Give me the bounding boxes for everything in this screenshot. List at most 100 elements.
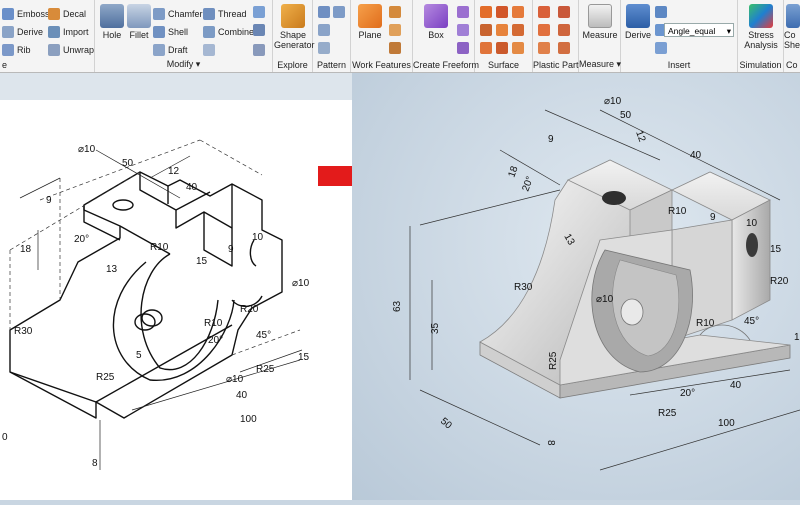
- dimension-label: 10: [746, 218, 758, 229]
- shape-generator-button[interactable]: Shape Generator: [274, 4, 315, 50]
- measure-button[interactable]: Measure: [580, 4, 620, 40]
- boss-circle: [134, 313, 156, 331]
- import-button[interactable]: Import: [48, 24, 89, 40]
- delete-face-icon[interactable]: [253, 44, 265, 56]
- dimension-label: R10: [696, 318, 715, 329]
- copy-object-icon[interactable]: [253, 24, 265, 36]
- snap-fit-icon[interactable]: [558, 24, 570, 36]
- dimension-label: 9: [710, 212, 716, 223]
- replace-face-icon[interactable]: [480, 42, 492, 54]
- split-icon[interactable]: [203, 44, 215, 56]
- derive-button[interactable]: Derive: [2, 24, 43, 40]
- hole-arc: [249, 239, 257, 267]
- measure-panel-label[interactable]: Measure ▾: [579, 59, 621, 70]
- dimension-label: 15: [298, 352, 310, 363]
- shell-button[interactable]: Shell: [153, 24, 188, 40]
- hole-icon: [100, 4, 124, 28]
- dimension-label: ⌀10: [604, 96, 622, 107]
- boss-icon[interactable]: [558, 6, 570, 18]
- rule-fillet-icon[interactable]: [538, 42, 550, 54]
- stress-analysis-button[interactable]: Stress Analysis: [740, 4, 782, 50]
- combine-button[interactable]: Combine: [203, 24, 254, 40]
- torus-icon[interactable]: [457, 24, 469, 36]
- import-geometry-icon[interactable]: [655, 6, 667, 18]
- derive-insert-button[interactable]: Derive: [623, 4, 653, 40]
- box-icon: [424, 4, 448, 28]
- combine-icon: [203, 26, 215, 38]
- modify-panel: Hole Fillet Chamfer Shell Draft Thread C…: [95, 0, 273, 72]
- dimension-label: 18: [506, 164, 520, 179]
- edge-line: [139, 172, 233, 229]
- repair-bodies-icon[interactable]: [496, 42, 508, 54]
- create-panel: Emboss Derive Rib Decal Import Unwrap e: [0, 0, 95, 72]
- sculpt-icon[interactable]: [512, 6, 524, 18]
- ucs-icon[interactable]: [389, 42, 401, 54]
- thread-button[interactable]: Thread: [203, 6, 247, 22]
- unwrap-button[interactable]: Unwrap: [48, 42, 94, 58]
- point-icon[interactable]: [389, 24, 401, 36]
- boss: [620, 298, 644, 326]
- dimension-label: 9: [228, 244, 234, 255]
- draft-button[interactable]: Draft: [153, 42, 188, 58]
- dimension-label: R30: [14, 326, 33, 337]
- attach-icon[interactable]: [655, 42, 667, 54]
- dimension-label: 15: [770, 244, 782, 255]
- stitch-icon[interactable]: [480, 6, 492, 18]
- extend-icon[interactable]: [512, 24, 524, 36]
- sphere-icon[interactable]: [457, 6, 469, 18]
- create-panel-label: e: [2, 60, 8, 70]
- shape-generator-icon: [281, 4, 305, 28]
- patch-icon[interactable]: [496, 6, 508, 18]
- axis-icon[interactable]: [389, 6, 401, 18]
- rib-button[interactable]: Rib: [2, 42, 31, 58]
- hole-button[interactable]: Hole: [99, 4, 125, 40]
- lip-icon[interactable]: [558, 42, 570, 54]
- dimension-label: 1: [794, 332, 800, 343]
- quadball-icon[interactable]: [457, 42, 469, 54]
- dimension-label: 45°: [744, 316, 759, 327]
- trim-icon[interactable]: [480, 24, 492, 36]
- emboss-button[interactable]: Emboss: [2, 6, 50, 22]
- dimension-label: R25: [548, 351, 559, 370]
- rest-icon[interactable]: [538, 24, 550, 36]
- dimension-label: 8: [92, 458, 98, 469]
- modify-panel-label[interactable]: Modify ▾: [95, 59, 272, 70]
- dimension-label: 50: [122, 158, 134, 169]
- dimension-label: ⌀10: [226, 374, 244, 385]
- rectangular-pattern-icon[interactable]: [318, 6, 330, 18]
- convert-panel-label: Co: [786, 60, 798, 70]
- convert-sheet-button[interactable]: Co She: [784, 4, 800, 50]
- pattern-panel: Pattern: [313, 0, 351, 72]
- move-face-icon[interactable]: [253, 6, 265, 18]
- plane-button[interactable]: Plane: [355, 4, 385, 40]
- sketch-pattern-icon[interactable]: [318, 24, 330, 36]
- mirror-icon[interactable]: [318, 42, 330, 54]
- 3d-model-viewport[interactable]: ⌀10 50 12 9 40 18 20° 13 R10 10 9 15 R30…: [352, 73, 800, 500]
- circular-pattern-icon[interactable]: [333, 6, 345, 18]
- fit-mesh-face-icon[interactable]: [512, 42, 524, 54]
- box-button[interactable]: Box: [419, 4, 453, 40]
- angle-equal-dropdown[interactable]: Angle_equal ▾: [664, 23, 734, 37]
- dimension-label: 63: [392, 300, 403, 312]
- ruled-surface-icon[interactable]: [496, 24, 508, 36]
- thread-icon: [203, 8, 215, 20]
- unwrap-icon: [48, 44, 60, 56]
- grill-icon[interactable]: [538, 6, 550, 18]
- dimension-label: 40: [186, 182, 198, 193]
- edge-line: [175, 191, 211, 211]
- dimension-label: R20: [770, 276, 789, 287]
- measure-panel: Measure Measure ▾: [579, 0, 621, 72]
- fillet-button[interactable]: Fillet: [126, 4, 152, 40]
- dimension-label: 40: [730, 380, 742, 391]
- decal-button[interactable]: Decal: [48, 6, 86, 22]
- insert-panel-label: Insert: [667, 60, 691, 70]
- fillet-icon: [127, 4, 151, 28]
- plane-icon: [358, 4, 382, 28]
- decal-icon: [48, 8, 60, 20]
- dimension-label: 20°: [74, 234, 89, 245]
- chamfer-button[interactable]: Chamfer: [153, 6, 203, 22]
- dimension-label: R10: [668, 206, 687, 217]
- pattern-panel-label: Pattern: [316, 60, 347, 70]
- convert-panel: Co She Co: [784, 0, 800, 72]
- dimension-label: 100: [240, 414, 257, 425]
